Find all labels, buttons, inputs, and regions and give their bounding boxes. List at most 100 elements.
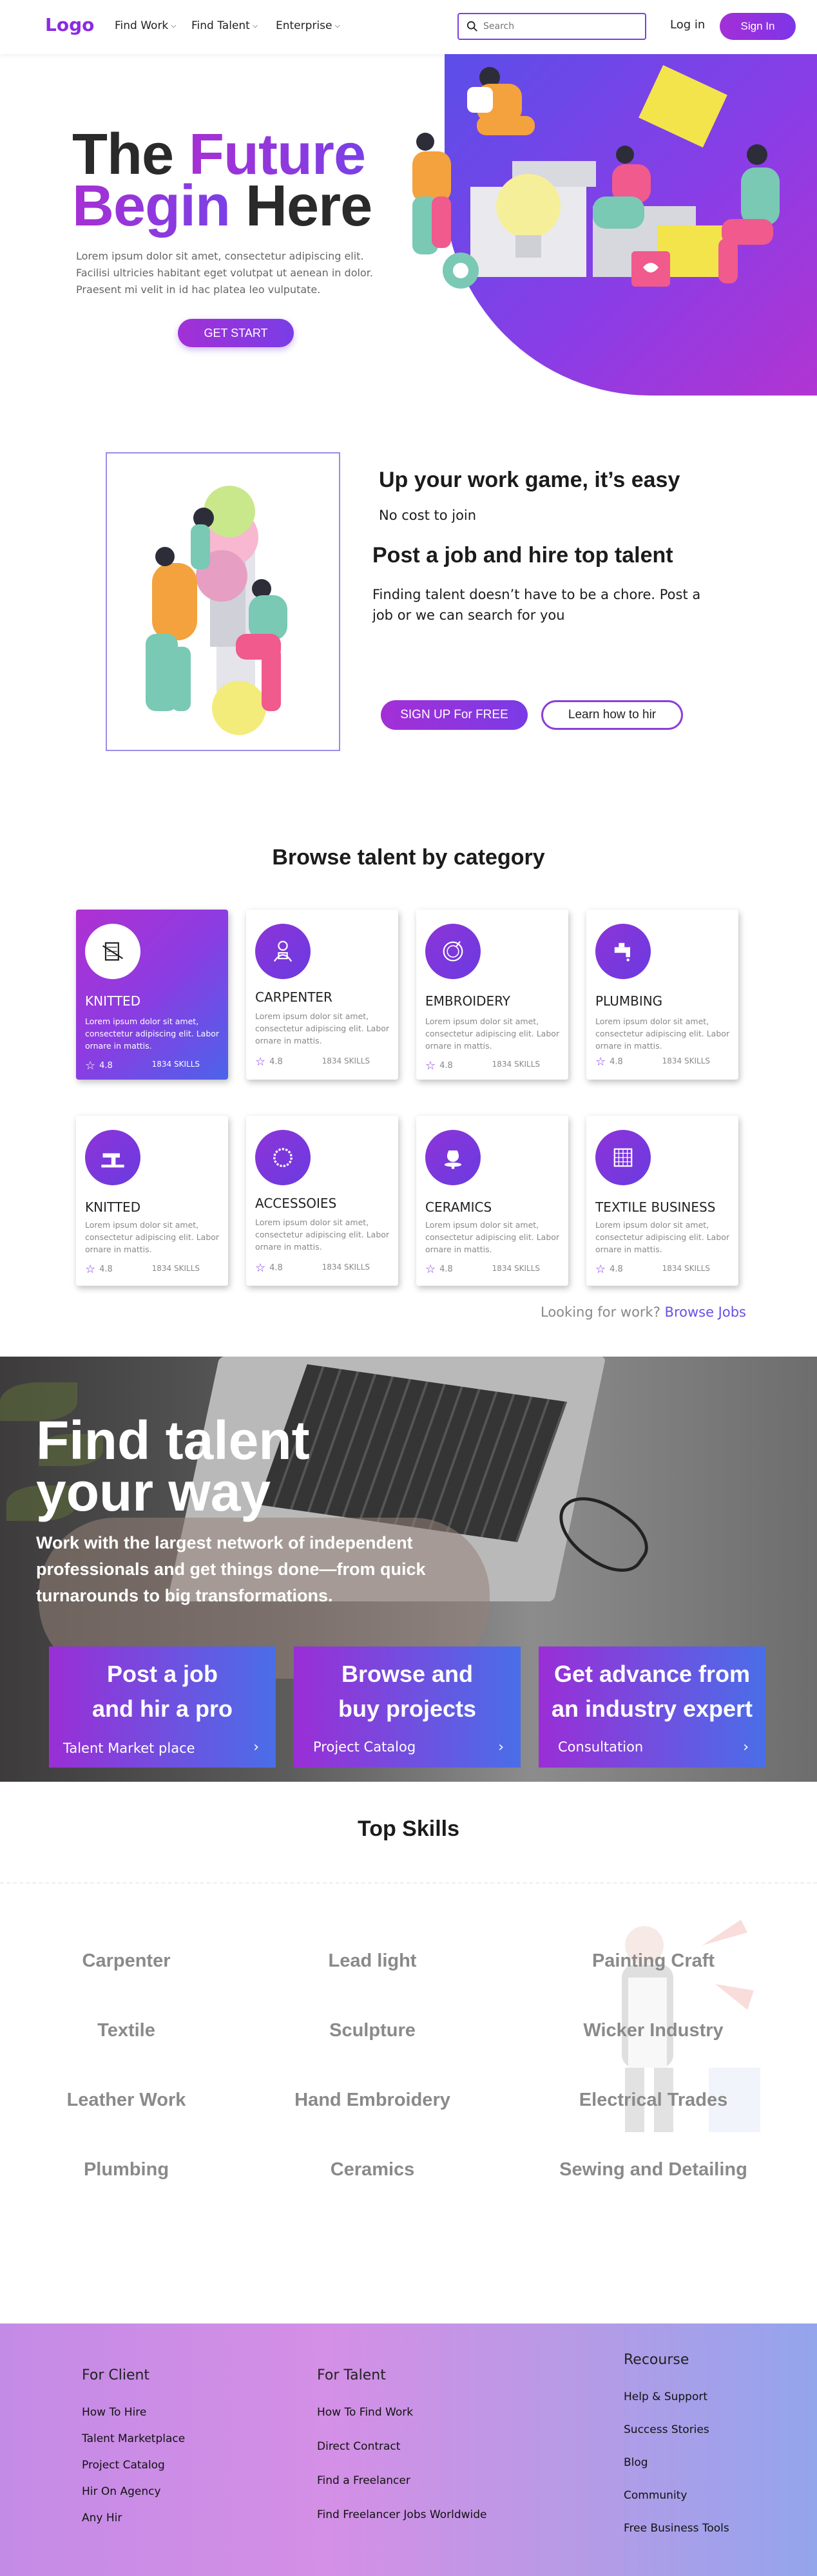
category-card-ceramics[interactable]: CERAMICS Lorem ipsum dolor sit amet, con… (416, 1116, 568, 1286)
skill-item[interactable]: Painting Craft (524, 1951, 782, 1972)
pottery-wheel-icon (425, 1130, 481, 1185)
category-rating: ☆ 4.8 (85, 1263, 113, 1276)
footer-link[interactable]: Success Stories (624, 2423, 709, 2436)
team-illustration (146, 486, 287, 735)
signin-button[interactable]: Sign In (720, 13, 796, 40)
category-skills-count: 1834 SKILLS (662, 1264, 710, 1273)
footer-link[interactable]: Find Freelancer Jobs Worldwide (317, 2508, 486, 2521)
category-card-knitted[interactable]: KNITTED Lorem ipsum dolor sit amet, cons… (76, 910, 228, 1080)
skill-item[interactable]: Carpenter (0, 1951, 255, 1972)
nav-enterprise[interactable]: Enterprise ⌵ (276, 19, 340, 32)
promo-heading-2: Post a job and hire top talent (372, 543, 673, 568)
browse-jobs-link[interactable]: Browse Jobs (665, 1304, 746, 1320)
nav-find-work[interactable]: Find Work ⌵ (115, 19, 177, 32)
looking-for-work-label: Looking for work? (541, 1304, 660, 1320)
category-skills-count: 1834 SKILLS (151, 1264, 200, 1273)
skill-item[interactable]: Sewing and Detailing (524, 2159, 782, 2180)
card-title-line: Browse and (341, 1661, 474, 1687)
login-link[interactable]: Log in (670, 18, 705, 32)
hero-title-word: Begin (72, 174, 231, 238)
chevron-right-icon[interactable]: › (498, 1739, 504, 1755)
rating-value: 4.8 (439, 1061, 453, 1071)
skill-item[interactable]: Textile (0, 2020, 255, 2041)
footer-link[interactable]: Free Business Tools (624, 2522, 729, 2535)
star-icon: ☆ (425, 1263, 436, 1276)
chevron-right-icon[interactable]: › (253, 1739, 259, 1755)
footer-link[interactable]: Project Catalog (82, 2459, 165, 2472)
category-skills-count: 1834 SKILLS (662, 1056, 710, 1065)
category-skills-count: 1834 SKILLS (151, 1060, 200, 1069)
category-card-textile-business[interactable]: TEXTILE BUSINESS Lorem ipsum dolor sit a… (586, 1116, 738, 1286)
rating-value: 4.8 (99, 1264, 113, 1274)
star-icon: ☆ (255, 1261, 266, 1275)
footer-link[interactable]: Talent Marketplace (82, 2432, 185, 2445)
category-description: Lorem ipsum dolor sit amet, consectetur … (255, 1217, 390, 1252)
get-start-button[interactable]: GET START (178, 319, 294, 347)
category-rating: ☆ 4.8 (85, 1059, 113, 1073)
footer-link[interactable]: How To Find Work (317, 2406, 413, 2419)
category-rating: ☆ 4.8 (595, 1055, 623, 1069)
footer-link[interactable]: Help & Support (624, 2390, 707, 2403)
card-link[interactable]: Talent Market place (63, 1741, 195, 1756)
rating-value: 4.8 (610, 1057, 623, 1067)
rating-value: 4.8 (269, 1057, 283, 1067)
category-card-plumbing[interactable]: PLUMBING Lorem ipsum dolor sit amet, con… (586, 910, 738, 1080)
skill-item[interactable]: Electrical Trades (524, 2090, 782, 2111)
hero-title: The Future Begin Here (72, 126, 372, 235)
footer: For Client How To Hire Talent Marketplac… (0, 2323, 817, 2576)
knitting-icon (85, 924, 140, 979)
skill-item[interactable]: Wicker Industry (524, 2020, 782, 2041)
card-link[interactable]: Project Catalog (313, 1739, 416, 1755)
rating-value: 4.8 (269, 1263, 283, 1273)
search-input[interactable] (483, 21, 631, 32)
card-title-line: Post a job (106, 1661, 218, 1687)
find-talent-title-line: your way (36, 1462, 271, 1522)
nav-find-talent[interactable]: Find Talent ⌵ (191, 19, 258, 32)
search-box[interactable] (457, 13, 646, 40)
logo[interactable]: Logo (45, 14, 94, 35)
category-title: CERAMICS (425, 1199, 492, 1215)
card-link[interactable]: Consultation (558, 1739, 643, 1755)
footer-link[interactable]: Community (624, 2489, 687, 2502)
signup-free-button[interactable]: SIGN UP For FREE (381, 700, 528, 730)
category-card-knitted-2[interactable]: KNITTED Lorem ipsum dolor sit amet, cons… (76, 1116, 228, 1286)
promo-illustration-frame (106, 452, 340, 751)
category-skills-count: 1834 SKILLS (492, 1060, 540, 1069)
carpenter-icon (255, 924, 311, 979)
rating-value: 4.8 (99, 1061, 113, 1071)
category-title: KNITTED (85, 1199, 141, 1215)
skill-item[interactable]: Hand Embroidery (244, 2090, 501, 2111)
consultation-card[interactable]: Get advance from an industry expert Consu… (539, 1646, 765, 1768)
card-title: Get advance from an industry expert (539, 1657, 765, 1726)
looking-for-work: Looking for work? Browse Jobs (541, 1304, 746, 1320)
skill-item[interactable]: Plumbing (0, 2159, 255, 2180)
footer-link[interactable]: Direct Contract (317, 2440, 400, 2453)
category-card-carpenter[interactable]: CARPENTER Lorem ipsum dolor sit amet, co… (246, 910, 398, 1080)
talent-marketplace-card[interactable]: Post a job and hir a pro Talent Market pl… (49, 1646, 276, 1768)
rating-value: 4.8 (439, 1264, 453, 1274)
footer-link[interactable]: Blog (624, 2456, 648, 2469)
skill-item[interactable]: Lead light (244, 1951, 501, 1972)
skill-item[interactable]: Sculpture (244, 2020, 501, 2041)
card-title: Post a job and hir a pro (49, 1657, 276, 1726)
category-title: KNITTED (85, 993, 141, 1009)
category-rating: ☆ 4.8 (255, 1261, 283, 1275)
footer-link[interactable]: Any Hir (82, 2512, 122, 2524)
footer-link[interactable]: How To Hire (82, 2406, 146, 2419)
skill-item[interactable]: Leather Work (0, 2090, 255, 2111)
chevron-right-icon[interactable]: › (743, 1739, 749, 1755)
skill-item[interactable]: Ceramics (244, 2159, 501, 2180)
footer-heading-client: For Client (82, 2367, 150, 2383)
learn-how-button[interactable]: Learn how to hir (541, 700, 683, 730)
category-card-embroidery[interactable]: EMBROIDERY Lorem ipsum dolor sit amet, c… (416, 910, 568, 1080)
star-icon: ☆ (85, 1059, 96, 1073)
footer-link[interactable]: Hir On Agency (82, 2485, 161, 2498)
category-card-accessoies[interactable]: ACCESSOIES Lorem ipsum dolor sit amet, c… (246, 1116, 398, 1286)
divider (0, 1882, 817, 1884)
project-catalog-card[interactable]: Browse and buy projects Project Catalog › (294, 1646, 521, 1768)
category-title: CARPENTER (255, 989, 332, 1005)
footer-link[interactable]: Find a Freelancer (317, 2474, 410, 2487)
find-talent-subtitle: Work with the largest network of indepen… (36, 1533, 426, 1605)
category-title: EMBROIDERY (425, 993, 511, 1009)
footer-heading-talent: For Talent (317, 2367, 386, 2383)
